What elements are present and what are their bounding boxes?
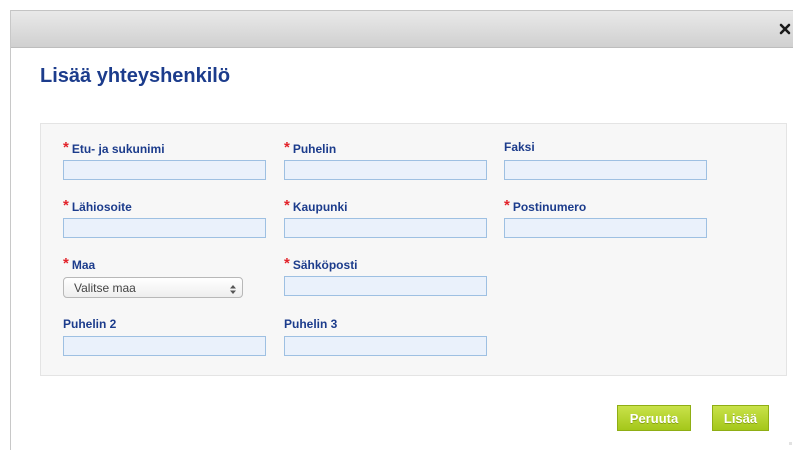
country-select-value: Valitse maa [74,281,136,295]
phone-label: * Puhelin [284,139,337,157]
cancel-button[interactable]: Peruuta [617,405,691,431]
fax-input[interactable] [504,160,707,180]
email-label-text: Sähköposti [292,258,358,272]
phone2-input[interactable] [63,336,266,356]
email-input[interactable] [284,276,487,296]
postal-code-input[interactable] [504,218,707,238]
address-label-text: Lähiosoite [71,200,132,214]
required-marker: * [284,139,290,156]
required-marker: * [63,255,69,272]
city-label-text: Kaupunki [292,200,348,214]
dialog-titlebar [11,10,793,48]
contact-form: * Etu- ja sukunimi * Puhelin Faksi * Lähios… [40,123,787,376]
country-label: * Maa [63,255,96,273]
fullname-label: * Etu- ja sukunimi [63,139,165,157]
country-select[interactable]: Valitse maa [63,277,243,298]
resize-handle[interactable] [789,442,792,445]
city-label: * Kaupunki [284,197,348,215]
required-marker: * [63,197,69,214]
required-marker: * [284,255,290,272]
city-input[interactable] [284,218,487,238]
phone3-label: Puhelin 3 [284,317,338,331]
address-input[interactable] [63,218,266,238]
close-icon[interactable] [778,22,792,36]
phone2-label: Puhelin 2 [63,317,117,331]
page-title: Lisää yhteyshenkilö [40,65,231,87]
postal-code-label: * Postinumero [504,197,587,215]
fullname-input[interactable] [63,160,266,180]
required-marker: * [504,197,510,214]
add-button[interactable]: Lisää [712,405,769,431]
select-arrows-icon [229,282,237,300]
phone-label-text: Puhelin [292,142,337,156]
required-marker: * [284,197,290,214]
phone3-input[interactable] [284,336,487,356]
phone-input[interactable] [284,160,487,180]
address-label: * Lähiosoite [63,197,132,215]
postal-code-label-text: Postinumero [512,200,587,214]
email-label: * Sähköposti [284,255,358,273]
fax-label: Faksi [504,140,535,154]
add-contact-dialog: Lisää yhteyshenkilö * Etu- ja sukunimi * P… [10,10,793,450]
country-label-text: Maa [71,258,96,272]
fullname-label-text: Etu- ja sukunimi [71,142,165,156]
required-marker: * [63,139,69,156]
